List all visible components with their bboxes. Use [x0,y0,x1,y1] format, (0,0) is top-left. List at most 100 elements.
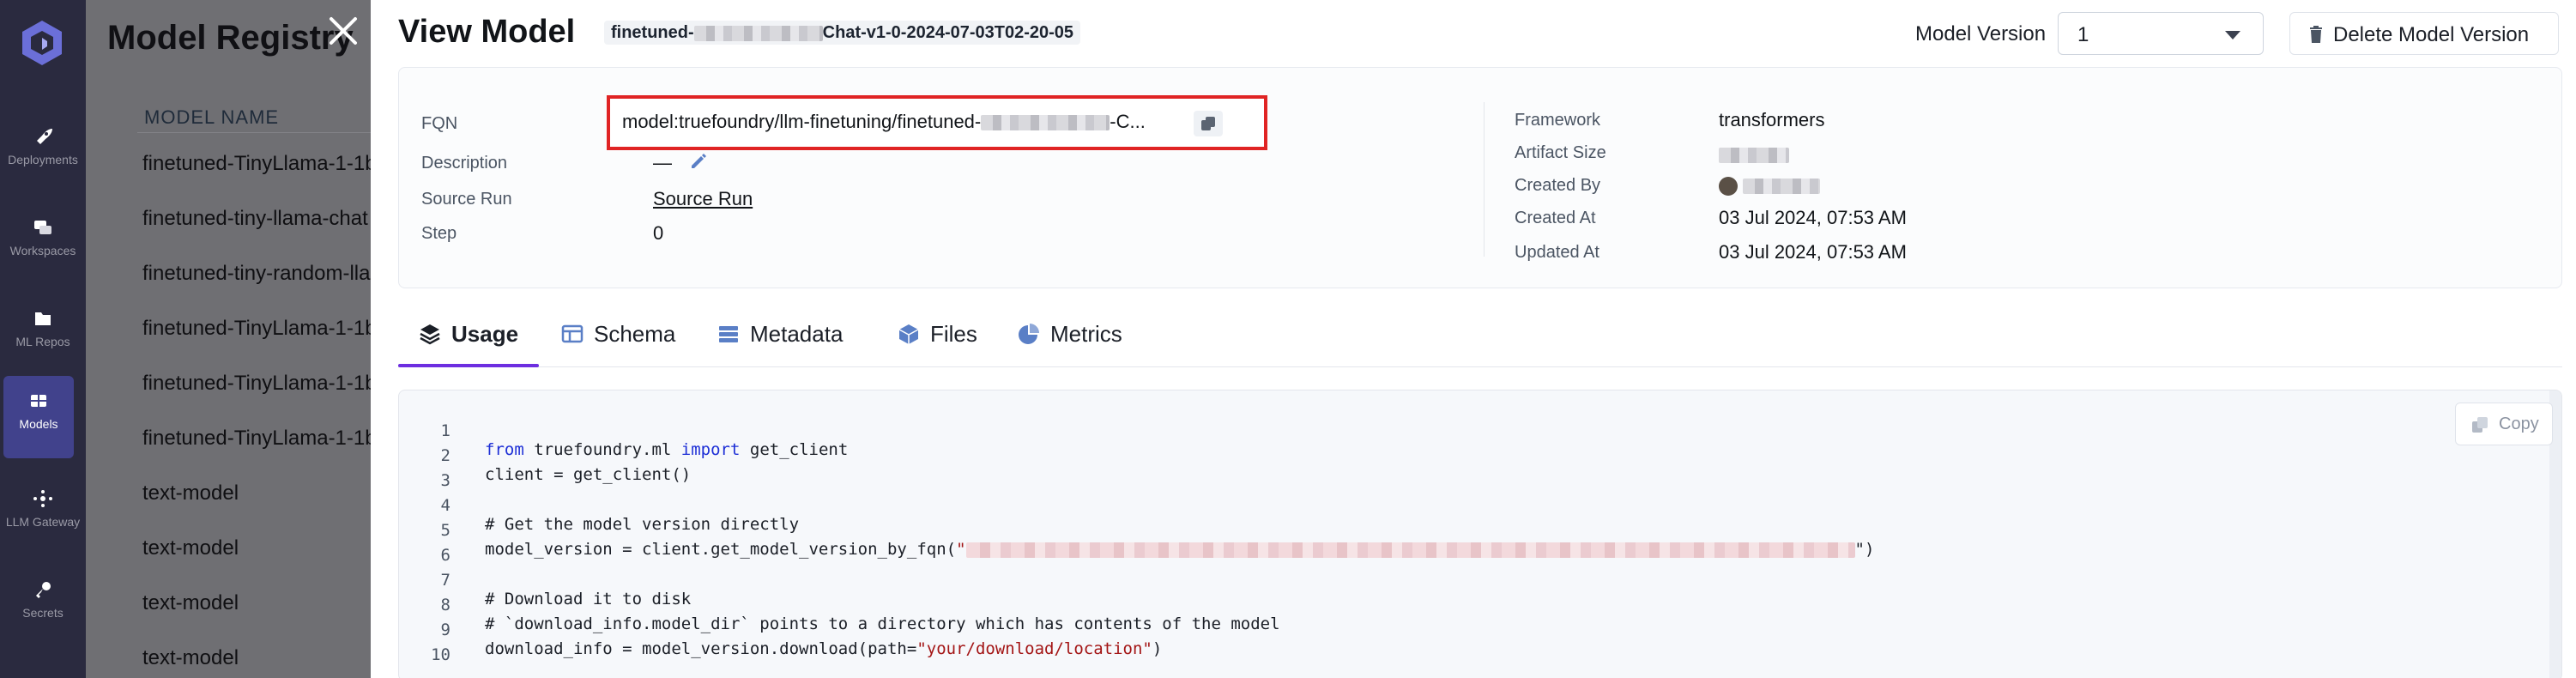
model-name-suffix: Chat-v1-0-2024-07-03T02-20-05 [822,23,1074,42]
step-value: 0 [653,222,664,244]
updated-at-label: Updated At [1515,243,1599,262]
table-row[interactable]: finetuned-TinyLlama-1-1b [142,152,377,176]
model-version-select[interactable]: 1 [2058,12,2264,55]
table-row[interactable]: finetuned-tiny-llama-chat [142,207,368,231]
code-line: 10 [399,627,2561,664]
key-icon [36,582,51,598]
fqn-label: FQN [421,114,458,133]
avatar [1719,177,1738,197]
copy-fqn-button[interactable] [1194,111,1223,136]
model-registry-background: Model Registry MODEL NAME finetuned-Tiny… [86,0,378,678]
table-icon [561,324,584,343]
tab-label: Metrics [1050,321,1122,347]
drawer-title: View Model [398,14,576,50]
table-row[interactable]: finetuned-TinyLlama-1-1b [142,317,377,341]
copy-code-button[interactable]: Copy [2455,403,2553,445]
tab-label: Files [930,321,977,347]
nav-label: Secrets [22,606,63,620]
model-version-label: Model Version [1915,22,2047,45]
code-line: 3 [399,452,2561,490]
created-by-value [1719,174,1820,197]
artifact-size-value [1719,143,1789,166]
page-title: Model Registry [107,19,354,57]
table-row[interactable]: text-model [142,646,239,670]
workspace-icon [34,221,51,234]
code-line: 6 [399,527,2561,565]
step-label: Step [421,224,457,243]
tab-label: Schema [594,321,676,347]
framework-label: Framework [1515,111,1601,130]
model-version-value: 1 [2077,23,2089,46]
redacted-text [693,25,823,41]
created-at-label: Created At [1515,209,1596,227]
edit-icon[interactable] [689,152,708,171]
code-line: 9 download_info = model_version.download… [399,602,2561,658]
framework-value: transformers [1719,109,1825,130]
tab-metrics[interactable]: Metrics [1018,318,1146,367]
nav-label: ML Repos [15,335,70,348]
gateway-icon [33,490,52,507]
source-run-label: Source Run [421,190,512,209]
table-row[interactable]: finetuned-TinyLlama-1-1b [142,427,377,451]
usage-code-block: 1 from truefoundry.ml import get_client … [398,390,2562,678]
nav-item-workspaces[interactable]: Workspaces [0,203,86,285]
nav-label: Deployments [8,153,78,166]
tab-metadata[interactable]: Metadata [717,318,880,367]
code-line: 5 model_version = client.get_model_versi… [399,502,2561,559]
tab-label: Metadata [750,321,844,347]
nav-label: Workspaces [9,244,76,257]
copy-icon [1201,117,1215,130]
created-by-label: Created By [1515,176,1601,195]
divider [137,132,378,133]
delete-label: Delete Model Version [2333,23,2530,46]
truefoundry-logo[interactable] [17,17,67,69]
nav-label: Models [19,417,58,431]
close-icon[interactable] [324,12,362,50]
nav-item-ml-repos[interactable]: ML Repos [0,294,86,376]
tab-label: Usage [451,321,519,347]
code-line: 4 # Get the model version directly [399,477,2561,534]
layers-icon [420,324,440,345]
active-tab-indicator [398,364,539,367]
source-run-link[interactable]: Source Run [653,188,753,210]
view-model-drawer: View Model finetuned- Chat-v1-0-2024-07-0… [371,0,2576,678]
tab-schema[interactable]: Schema [561,318,698,367]
model-name-chip: finetuned- Chat-v1-0-2024-07-03T02-20-05 [604,21,1081,45]
tab-usage[interactable]: Usage [419,318,547,367]
updated-at-value: 03 Jul 2024, 07:53 AM [1719,241,1907,263]
cube-icon [898,324,919,344]
trash-icon [2310,26,2322,43]
nav-item-models[interactable]: Models [3,376,74,458]
copy-icon [2472,417,2488,433]
table-row[interactable]: finetuned-TinyLlama-1-1b [142,372,377,396]
pie-chart-icon [1019,324,1039,344]
code-line: 2 client = get_client() [399,427,2561,484]
created-at-value: 03 Jul 2024, 07:53 AM [1719,207,1907,228]
model-name-prefix: finetuned- [611,23,694,42]
list-icon [719,326,738,342]
nav-item-secrets[interactable]: Secrets [0,565,86,647]
nav-item-llm-gateway[interactable]: LLM Gateway [0,474,86,556]
folder-icon [35,312,51,325]
rocket-icon [37,129,52,144]
delete-model-version-button[interactable]: Delete Model Version [2289,12,2559,55]
code-line: 7 # Download it to disk [399,552,2561,608]
models-icon [31,395,46,407]
redacted-text [1719,148,1789,164]
table-row[interactable]: text-model [142,591,239,615]
redacted-text [981,115,1110,131]
fqn-value: model:truefoundry/llm-finetuning/finetun… [622,111,1146,133]
description-value: — [653,152,672,173]
fqn-prefix: model:truefoundry/llm-finetuning/finetun… [622,111,982,132]
tab-files[interactable]: Files [898,318,1001,367]
table-row[interactable]: finetuned-tiny-random-llama [142,262,378,286]
table-row[interactable]: text-model [142,481,239,505]
copy-label: Copy [2499,415,2539,433]
divider [1484,102,1485,257]
model-tabs: Usage Schema Metadata Files Metrics [398,311,2562,367]
code-line: 1 from truefoundry.ml import get_client [399,403,2561,459]
description-label: Description [421,154,508,173]
nav-item-deployments[interactable]: Deployments [0,112,86,194]
table-row[interactable]: text-model [142,536,239,560]
artifact-size-label: Artifact Size [1515,143,1606,162]
